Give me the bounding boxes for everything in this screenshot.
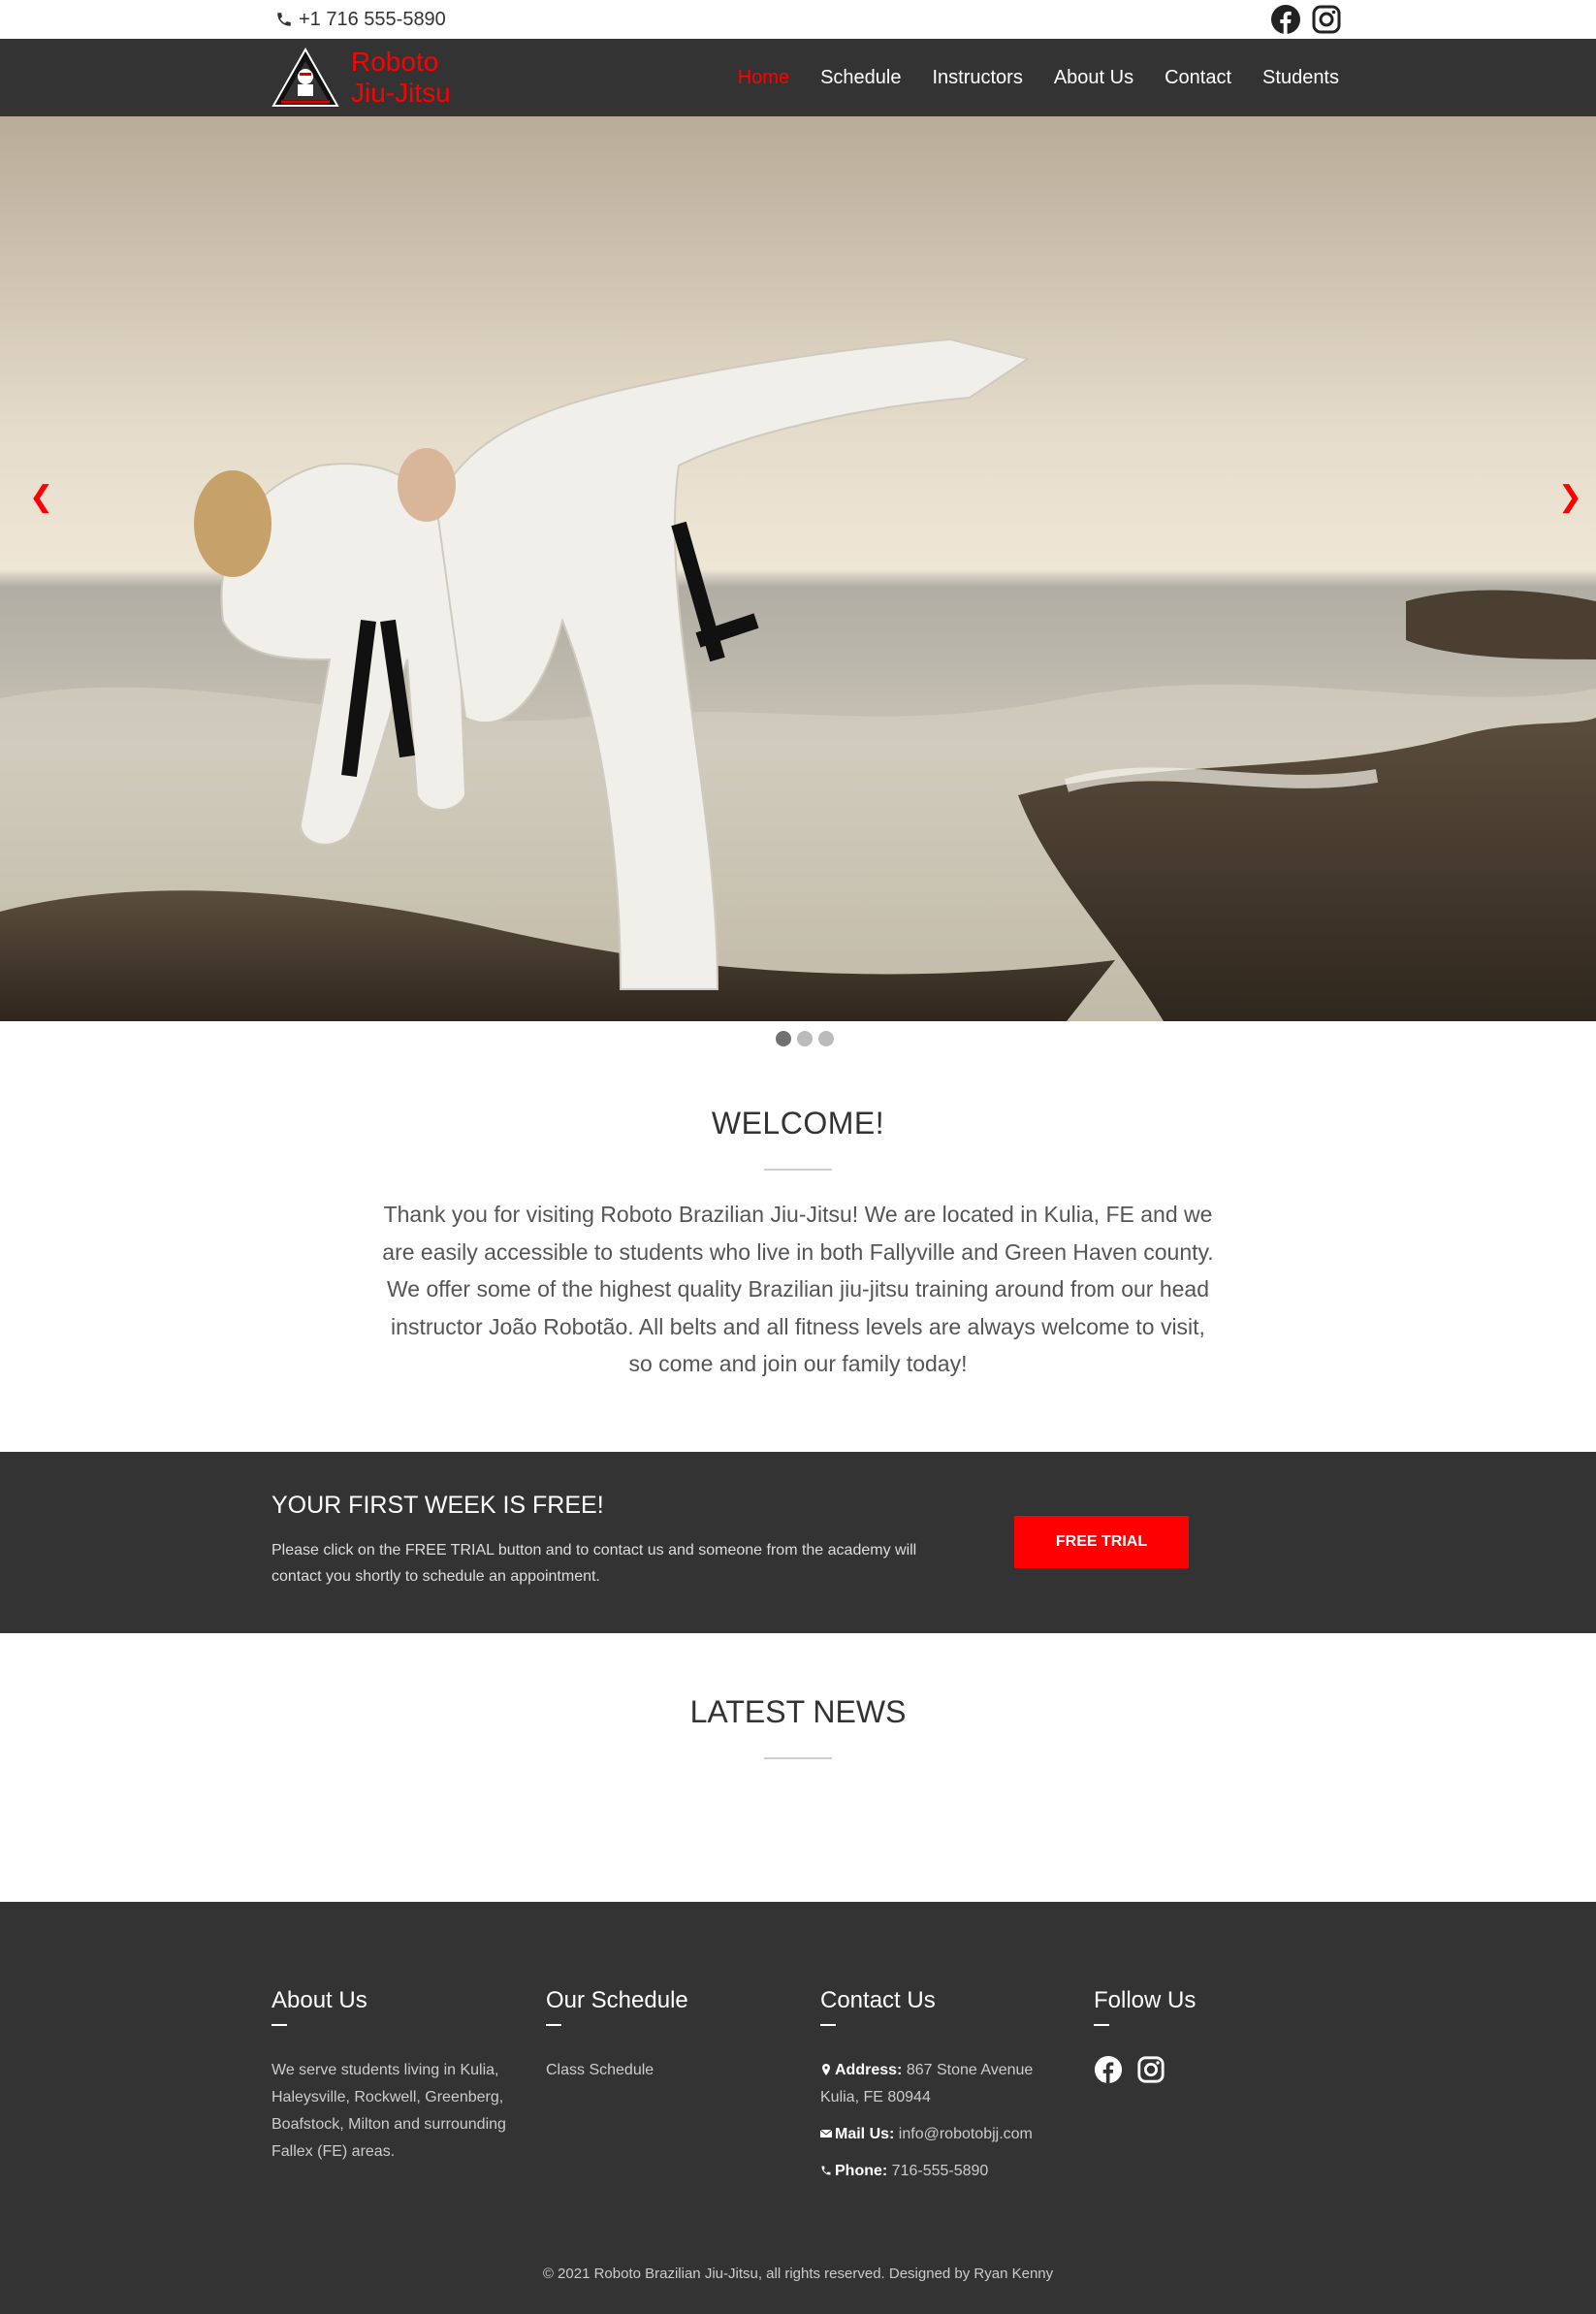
map-pin-icon bbox=[822, 2064, 830, 2075]
trial-title: YOUR FIRST WEEK IS FREE! bbox=[271, 1492, 604, 1519]
instagram-icon[interactable] bbox=[1136, 2055, 1165, 2084]
phone-label: Phone: bbox=[835, 2163, 888, 2179]
hero-slide-image bbox=[0, 116, 1596, 1021]
top-social-links bbox=[1270, 4, 1342, 35]
latest-news-section: LATEST NEWS bbox=[0, 1694, 1596, 1759]
nav-home[interactable]: Home bbox=[738, 62, 789, 93]
footer-follow-title: Follow Us bbox=[1094, 1987, 1197, 2013]
mail-address[interactable]: info@robotobjj.com bbox=[899, 2126, 1033, 2142]
facebook-icon[interactable] bbox=[1270, 4, 1301, 35]
footer-contact-underline bbox=[820, 2024, 836, 2026]
welcome-divider bbox=[764, 1169, 832, 1171]
top-phone-number: +1 716 555-5890 bbox=[299, 8, 446, 30]
envelope-icon bbox=[819, 2129, 833, 2137]
footer-social-links bbox=[1094, 2055, 1346, 2084]
footer-schedule-underline bbox=[546, 2024, 561, 2026]
logo-emblem-icon bbox=[271, 48, 339, 107]
nav-about-us[interactable]: About Us bbox=[1054, 62, 1133, 93]
phone-number[interactable]: 716-555-5890 bbox=[892, 2163, 989, 2179]
footer-contact-info: Address: 867 Stone Avenue Kulia, FE 8094… bbox=[819, 2057, 1072, 2185]
news-title: LATEST NEWS bbox=[689, 1694, 907, 1729]
site-logo[interactable]: Roboto Jiu-Jitsu bbox=[271, 47, 451, 109]
mail-label: Mail Us: bbox=[835, 2126, 895, 2142]
main-nav: Home Schedule Instructors About Us Conta… bbox=[738, 62, 1339, 93]
nav-instructors[interactable]: Instructors bbox=[932, 62, 1022, 93]
welcome-section: WELCOME! Thank you for visiting Roboto B… bbox=[0, 1106, 1596, 1383]
trial-text: Please click on the FREE TRIAL button an… bbox=[271, 1542, 917, 1585]
instagram-icon[interactable] bbox=[1311, 4, 1342, 35]
contact-phone: Phone: 716-555-5890 bbox=[820, 2158, 1072, 2185]
welcome-title: WELCOME! bbox=[711, 1106, 885, 1141]
contact-mail: Mail Us: info@robotobjj.com bbox=[819, 2121, 1072, 2148]
free-trial-band: YOUR FIRST WEEK IS FREE! Please click on… bbox=[0, 1452, 1596, 1633]
footer-follow-underline bbox=[1094, 2024, 1109, 2026]
footer-about: About Us We serve students living in Kul… bbox=[271, 1987, 524, 2166]
carousel-next-arrow[interactable]: ❯ bbox=[1558, 480, 1582, 514]
nav-contact[interactable]: Contact bbox=[1165, 62, 1231, 93]
carousel-dot-2[interactable] bbox=[797, 1031, 813, 1046]
carousel-dots bbox=[776, 1031, 834, 1046]
footer-contact-title: Contact Us bbox=[820, 1987, 936, 2013]
carousel-dot-1[interactable] bbox=[776, 1031, 791, 1046]
address-line-2: Kulia, FE 80944 bbox=[820, 2089, 931, 2105]
class-schedule-link[interactable]: Class Schedule bbox=[546, 2057, 798, 2084]
brand-line-2: Jiu-Jitsu bbox=[351, 78, 451, 108]
contact-address: Address: 867 Stone Avenue Kulia, FE 8094… bbox=[820, 2057, 1072, 2111]
footer-about-text: We serve students living in Kulia, Haley… bbox=[271, 2062, 506, 2160]
top-phone[interactable]: +1 716 555-5890 bbox=[275, 6, 446, 33]
footer-about-title: About Us bbox=[271, 1987, 367, 2013]
welcome-text: Thank you for visiting Roboto Brazilian … bbox=[382, 1202, 1214, 1376]
address-line-1: 867 Stone Avenue bbox=[906, 2062, 1034, 2078]
footer-schedule: Our Schedule Class Schedule bbox=[546, 1987, 798, 2084]
free-trial-button[interactable]: FREE TRIAL bbox=[1014, 1516, 1189, 1568]
footer-schedule-title: Our Schedule bbox=[546, 1987, 688, 2013]
carousel-dot-3[interactable] bbox=[818, 1031, 834, 1046]
footer-about-underline bbox=[271, 2024, 287, 2026]
facebook-icon[interactable] bbox=[1094, 2055, 1123, 2084]
address-label: Address: bbox=[835, 2062, 903, 2078]
copyright-text: © 2021 Roboto Brazilian Jiu-Jitsu, all r… bbox=[542, 2266, 1054, 2282]
main-navbar: Roboto Jiu-Jitsu Home Schedule Instructo… bbox=[0, 39, 1596, 116]
site-footer: About Us We serve students living in Kul… bbox=[0, 1902, 1596, 2314]
nav-schedule[interactable]: Schedule bbox=[820, 62, 901, 93]
top-bar: +1 716 555-5890 bbox=[0, 0, 1596, 39]
footer-contact: Contact Us Address: 867 Stone Avenue Kul… bbox=[819, 1987, 1072, 2195]
phone-icon bbox=[277, 13, 291, 26]
brand-line-1: Roboto bbox=[351, 47, 439, 77]
nav-students[interactable]: Students bbox=[1262, 62, 1339, 93]
carousel-prev-arrow[interactable]: ❮ bbox=[29, 480, 53, 514]
news-divider bbox=[764, 1757, 832, 1759]
footer-follow: Follow Us bbox=[1094, 1987, 1346, 2084]
phone-icon bbox=[821, 2166, 831, 2175]
hero-carousel: ❮ ❯ bbox=[0, 116, 1596, 1021]
brand-name: Roboto Jiu-Jitsu bbox=[351, 47, 451, 109]
